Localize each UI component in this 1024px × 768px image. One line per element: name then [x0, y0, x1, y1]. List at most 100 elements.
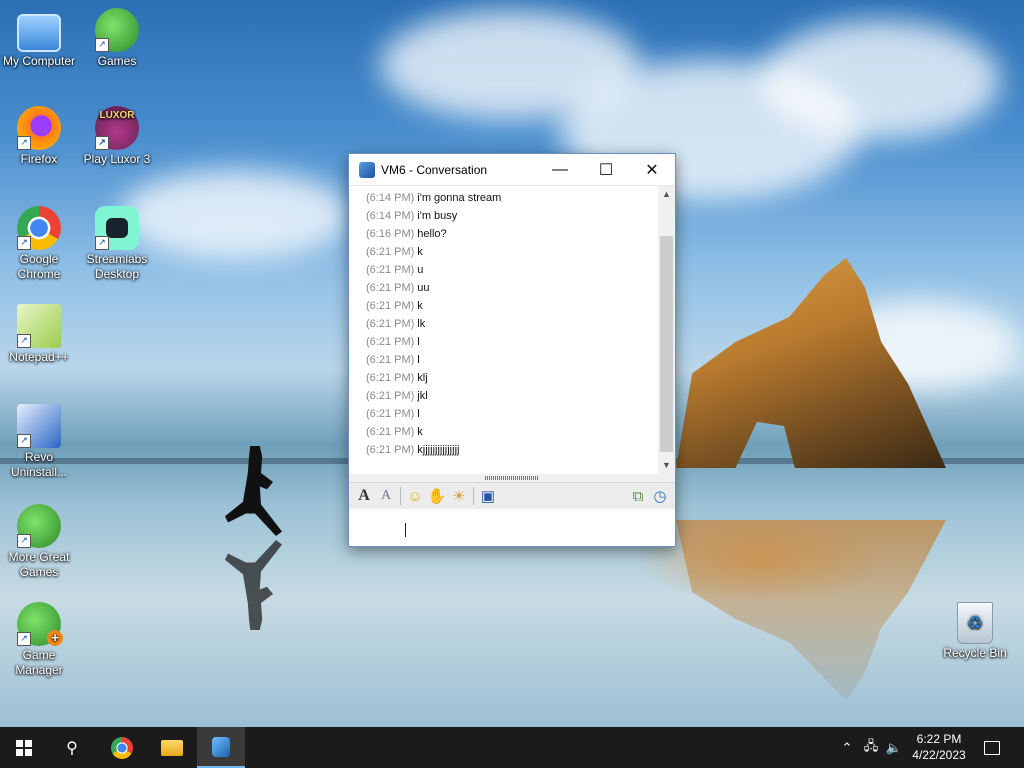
shortcut-arrow-icon: ↗: [95, 38, 109, 52]
conversation-scrollbar[interactable]: ▲ ▼: [658, 186, 675, 474]
nudge-icon[interactable]: ✋: [426, 485, 448, 507]
message-timestamp: (6:21 PM): [366, 408, 415, 420]
network-icon: 🖧: [863, 737, 879, 753]
message-timestamp: (6:21 PM): [366, 300, 415, 312]
send-file-icon[interactable]: ⧉: [627, 485, 649, 507]
scroll-thumb[interactable]: [660, 236, 673, 452]
desktop-icon-label: Google Chrome: [17, 252, 61, 281]
luxor-icon: LUXOR ↗: [95, 106, 139, 150]
revo-uninstaller-icon: ↗: [17, 404, 61, 448]
taskbar-chrome[interactable]: [98, 727, 146, 768]
title-bar[interactable]: VM6 - Conversation — ☐ ✕: [349, 154, 675, 186]
toolbar-separator: [473, 487, 474, 505]
desktop-icon-revo-uninstaller[interactable]: ↗ Revo Uninstall...: [0, 404, 78, 480]
desktop-icon-label: Notepad++: [9, 350, 69, 364]
message-timestamp: (6:21 PM): [366, 372, 415, 384]
wink-icon[interactable]: ☀: [448, 485, 470, 507]
message-text: uu: [417, 282, 430, 294]
desktop-icon-label: Firefox: [20, 152, 58, 166]
volume-button[interactable]: 🔈: [884, 727, 904, 768]
message-row: (6:21 PM) jkl: [349, 387, 658, 405]
taskbar-file-explorer[interactable]: [148, 727, 196, 768]
font-icon[interactable]: A: [353, 485, 375, 507]
message-text: l: [417, 408, 420, 420]
desktop-icon-games[interactable]: ↗ Games: [78, 8, 156, 69]
volume-icon: 🔈: [885, 739, 903, 755]
start-button[interactable]: [0, 727, 48, 768]
splitter-grip[interactable]: [485, 476, 539, 480]
message-timestamp: (6:21 PM): [366, 336, 415, 348]
action-center-button[interactable]: [980, 727, 1004, 768]
message-row: (6:21 PM) k: [349, 243, 658, 261]
message-text: i'm gonna stream: [417, 192, 502, 204]
message-row: (6:16 PM) hello?: [349, 225, 658, 243]
desktop-icon-label: More Great Games: [8, 550, 70, 579]
taskbar-messenger[interactable]: [197, 727, 245, 768]
message-timestamp: (6:21 PM): [366, 390, 415, 402]
history-icon[interactable]: ◷: [649, 485, 671, 507]
toolbar-separator: [400, 487, 401, 505]
message-text: k: [417, 246, 423, 258]
pane-splitter[interactable]: [349, 474, 675, 482]
message-input[interactable]: [349, 509, 675, 546]
minimize-button[interactable]: —: [537, 154, 583, 185]
desktop-icon-label: Recycle Bin: [943, 646, 1007, 660]
firefox-icon: ↗: [17, 106, 61, 150]
desktop-icon-more-great-games[interactable]: ↗ More Great Games: [0, 504, 78, 580]
message-row: (6:21 PM) lk: [349, 315, 658, 333]
message-text: hello?: [417, 228, 447, 240]
message-text: lk: [417, 318, 426, 330]
font-color-icon[interactable]: A: [375, 485, 397, 507]
scroll-down-icon[interactable]: ▼: [658, 457, 675, 474]
shortcut-arrow-icon: ↗: [95, 136, 109, 150]
window-title: VM6 - Conversation: [381, 162, 488, 177]
desktop-icon-firefox[interactable]: ↗ Firefox: [0, 106, 78, 167]
frog-icon: ↗: [17, 504, 61, 548]
desktop-icon-notepad-plus-plus[interactable]: ↗ Notepad++: [0, 304, 78, 365]
message-timestamp: (6:21 PM): [366, 246, 415, 258]
shortcut-arrow-icon: ↗: [17, 136, 31, 150]
show-hidden-icons-button[interactable]: ⌃: [838, 727, 856, 768]
message-row: (6:21 PM) k: [349, 297, 658, 315]
message-text: l: [417, 336, 420, 348]
desktop-icon-recycle-bin[interactable]: ♻ Recycle Bin: [936, 602, 1014, 661]
chrome-icon: ↗: [17, 206, 61, 250]
message-row: (6:21 PM) k: [349, 423, 658, 441]
message-timestamp: (6:21 PM): [366, 354, 415, 366]
desktop-icon-label: Revo Uninstall...: [10, 450, 68, 479]
desktop-icon-play-luxor-3[interactable]: LUXOR ↗ Play Luxor 3: [78, 106, 156, 167]
format-toolbar: A A ☺ ✋ ☀ ▣ ⧉ ◷: [349, 482, 675, 510]
clock[interactable]: 6:22 PM 4/22/2023: [902, 731, 976, 763]
desktop-icon-game-manager[interactable]: + ↗ Game Manager: [0, 602, 78, 678]
text-cursor: [405, 523, 406, 537]
message-text: klj: [417, 372, 428, 384]
message-text: k: [417, 426, 423, 438]
message-row: (6:21 PM) klj: [349, 369, 658, 387]
close-button[interactable]: ✕: [629, 154, 675, 185]
desktop-icon-google-chrome[interactable]: ↗ Google Chrome: [0, 206, 78, 282]
message-row: (6:21 PM) l: [349, 351, 658, 369]
desktop-icon-label: Streamlabs Desktop: [86, 252, 148, 281]
emoticon-icon[interactable]: ☺: [404, 485, 426, 507]
message-timestamp: (6:16 PM): [366, 228, 415, 240]
scroll-up-icon[interactable]: ▲: [658, 186, 675, 203]
frog-icon: ↗: [95, 8, 139, 52]
message-timestamp: (6:14 PM): [366, 192, 415, 204]
search-button[interactable]: ⚲: [48, 727, 96, 768]
maximize-button[interactable]: ☐: [583, 154, 629, 185]
message-text: kjjjjjjjjjjjjjjj: [417, 444, 460, 456]
desktop-icon-streamlabs[interactable]: ↗ Streamlabs Desktop: [78, 206, 156, 282]
shortcut-arrow-icon: ↗: [17, 236, 31, 250]
conversation-history[interactable]: (6:14 PM) i'm gonna stream (6:14 PM) i'm b…: [349, 186, 658, 474]
save-icon[interactable]: ▣: [477, 485, 499, 507]
conversation-window[interactable]: VM6 - Conversation — ☐ ✕ (6:14 PM) i'm go…: [348, 153, 676, 547]
messenger-app-icon: [359, 161, 375, 178]
network-button[interactable]: 🖧: [860, 727, 882, 768]
luxor-logo-text: LUXOR: [99, 110, 135, 121]
notepad-plus-plus-icon: ↗: [17, 304, 61, 348]
runner-reflection: [225, 540, 282, 630]
rock-reflection: [676, 520, 946, 700]
clock-date: 4/22/2023: [912, 748, 966, 762]
desktop-icon-my-computer[interactable]: My Computer: [0, 8, 78, 69]
cloud: [760, 20, 1000, 140]
